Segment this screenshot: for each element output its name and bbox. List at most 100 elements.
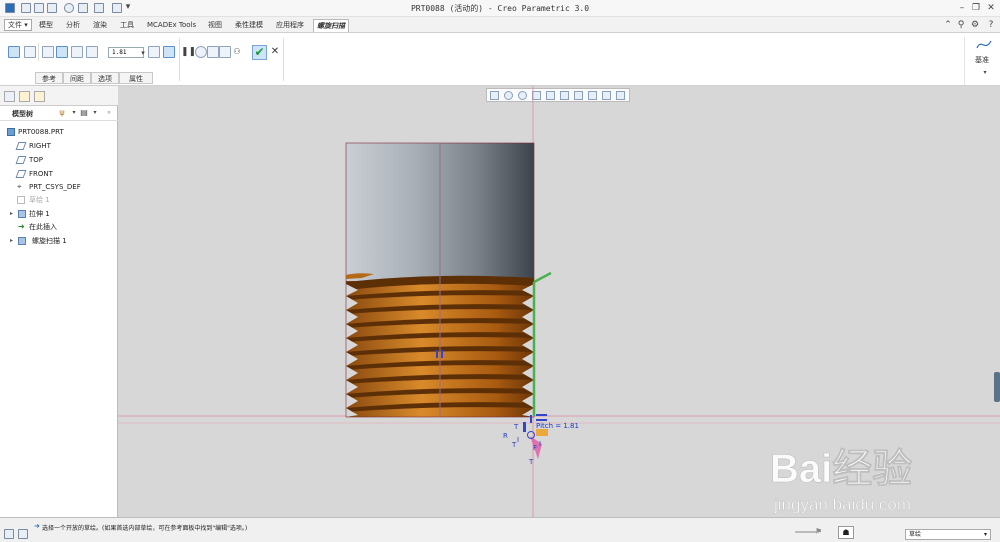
sweep-profile-extension[interactable]: [533, 271, 552, 284]
search-icon[interactable]: ⚲: [955, 19, 967, 31]
constraint-marker: [530, 415, 532, 423]
tree-columns-dropdown-icon[interactable]: ▾: [89, 107, 101, 119]
datum-plane-icon: [15, 170, 27, 178]
show-navigator-icon[interactable]: [4, 529, 14, 539]
pitch-icon[interactable]: [86, 46, 98, 58]
subtab-spacing[interactable]: 间距: [63, 72, 91, 84]
axis-marker: [436, 350, 438, 358]
glasses-icon[interactable]: ⚇: [231, 46, 243, 58]
datum-curve-icon[interactable]: [976, 38, 992, 52]
tab-helical-sweep[interactable]: 螺旋扫描: [313, 19, 349, 32]
datum-dropdown-icon[interactable]: ▾: [979, 67, 991, 79]
axis-marker: [441, 350, 443, 358]
insert-arrow-icon: ➜: [18, 222, 25, 231]
tree-item-front[interactable]: FRONT: [0, 168, 118, 180]
remove-material-icon[interactable]: [56, 46, 68, 58]
subtab-properties[interactable]: 属性: [119, 72, 153, 84]
tab-mcadex-tools[interactable]: MCADEx Tools: [144, 19, 199, 32]
dimension-highlight: [536, 429, 548, 436]
tree-item-extrude[interactable]: ▸ 拉伸 1: [0, 208, 118, 220]
left-handed-icon[interactable]: [148, 46, 160, 58]
tree-item-part[interactable]: PRT0088.PRT: [0, 126, 118, 138]
model-tree-panel: 模型树 ψ ▾ ▤ ▾ ⚬ PRT0088.PRT RIGHT TOP FRON…: [0, 86, 118, 517]
tab-flexible-modeling[interactable]: 柔性建模: [232, 19, 266, 32]
coordinate-system-icon: ⌖: [17, 182, 22, 191]
solid-icon[interactable]: [8, 46, 20, 58]
minimize-button[interactable]: –: [956, 2, 968, 14]
tree-item-csys[interactable]: ⌖ PRT_CSYS_DEF: [0, 181, 118, 193]
tab-applications[interactable]: 应用程序: [273, 19, 307, 32]
ribbon-separator: [179, 38, 180, 81]
side-panel-handle[interactable]: [994, 372, 1000, 402]
collapse-ribbon-icon[interactable]: ⌃: [942, 19, 954, 31]
marker-label: T: [512, 441, 517, 449]
tab-render[interactable]: 渲染: [90, 19, 110, 32]
tree-title: 模型树: [12, 110, 33, 118]
tab-analysis[interactable]: 分析: [63, 19, 83, 32]
baidu-jingyan-watermark: Bai经验 jingyan.baidu.com: [770, 447, 913, 515]
tree-item-top[interactable]: TOP: [0, 154, 118, 166]
status-message: 选择一个开放的草绘。(如果首选内部草绘，可在参考面板中找到"编辑"选项。): [42, 525, 248, 532]
thicken-icon[interactable]: [71, 46, 83, 58]
preview-icon[interactable]: [207, 46, 219, 58]
title-bar: ▾ PRT0088 (活动的) - Creo Parametric 3.0 – …: [0, 0, 1000, 17]
subtab-references[interactable]: 参考: [35, 72, 63, 84]
menu-bar: 文件 ▾ 模型 分析 渲染 工具 MCADEx Tools 视图 柔性建模 应用…: [0, 17, 1000, 33]
equal-constraint-icon: [536, 414, 547, 416]
close-button[interactable]: ✕: [985, 2, 997, 14]
expand-icon[interactable]: ▸: [10, 208, 13, 220]
right-handed-icon[interactable]: [163, 46, 175, 58]
ribbon: ▾ ❚❚ ⚇ ✔ ✕ 参考 间距 选项 属性 基准 ▾: [0, 33, 1000, 86]
tree-item-right[interactable]: RIGHT: [0, 140, 118, 152]
selection-mode-icon[interactable]: ☗: [838, 526, 854, 539]
ok-button[interactable]: ✔: [252, 45, 267, 60]
marker-label: I: [539, 440, 542, 448]
tree-settings-icon[interactable]: ψ: [56, 107, 68, 119]
panel-tabs: [0, 86, 118, 106]
sketch-edit-icon[interactable]: [42, 46, 54, 58]
sketch-icon: [17, 196, 25, 204]
marker-label: R: [503, 432, 508, 440]
ribbon-separator: [38, 43, 39, 61]
equal-constraint-icon: [536, 419, 547, 421]
helical-sweep-icon: [18, 237, 26, 245]
marker-label: F: [533, 444, 538, 452]
help-icon[interactable]: ?: [985, 19, 997, 31]
favorites-tab-icon[interactable]: [34, 91, 45, 102]
tab-view[interactable]: 视图: [205, 19, 225, 32]
model-tree-tab-icon[interactable]: [4, 91, 15, 102]
dimension-marker: [523, 422, 526, 432]
datum-plane-icon: [15, 142, 27, 150]
svg-text:Bai经验: Bai经验: [770, 447, 912, 491]
status-bar: ➜ 选择一个开放的草绘。(如果首选内部草绘，可在参考面板中找到"编辑"选项。) …: [0, 517, 1000, 542]
subtab-options[interactable]: 选项: [91, 72, 119, 84]
cancel-button[interactable]: ✕: [269, 46, 281, 58]
marker-label: T: [514, 423, 519, 431]
verify-icon[interactable]: [219, 46, 231, 58]
selection-filter[interactable]: 草绘 ▾: [905, 529, 991, 540]
window-title: PRT0088 (活动的) - Creo Parametric 3.0: [410, 4, 590, 13]
no-preview-icon[interactable]: [195, 46, 207, 58]
extrude-icon: [18, 210, 26, 218]
tab-tools[interactable]: 工具: [117, 19, 137, 32]
pitch-annotation[interactable]: Pitch = 1.81: [536, 422, 579, 430]
tree-item-insert-here[interactable]: ➜ 在此插入: [0, 221, 118, 233]
tree-item-helical-sweep[interactable]: ▸ 螺旋扫描 1: [0, 235, 118, 247]
tree-item-sketch[interactable]: 草绘 1: [0, 194, 118, 206]
settings-icon[interactable]: ⚙: [969, 19, 981, 31]
message-arrow-icon: ➜: [34, 522, 40, 530]
flag-icon[interactable]: ⚑: [815, 527, 822, 536]
folder-browser-tab-icon[interactable]: [19, 91, 30, 102]
surface-icon[interactable]: [24, 46, 36, 58]
pause-icon[interactable]: ❚❚: [181, 46, 196, 58]
svg-text:jingyan.baidu.com: jingyan.baidu.com: [773, 495, 911, 514]
tab-model[interactable]: 模型: [36, 19, 56, 32]
tree-header: 模型树 ψ ▾ ▤ ▾ ⚬: [0, 106, 118, 121]
marker-label: T: [529, 458, 534, 466]
restore-button[interactable]: ❐: [970, 2, 982, 14]
browser-toggle-icon[interactable]: [18, 529, 28, 539]
tab-file[interactable]: 文件 ▾: [4, 19, 32, 31]
datum-label: 基准: [975, 56, 989, 64]
expand-icon[interactable]: ▸: [10, 235, 13, 247]
tree-filter-icon[interactable]: ⚬: [103, 107, 115, 119]
